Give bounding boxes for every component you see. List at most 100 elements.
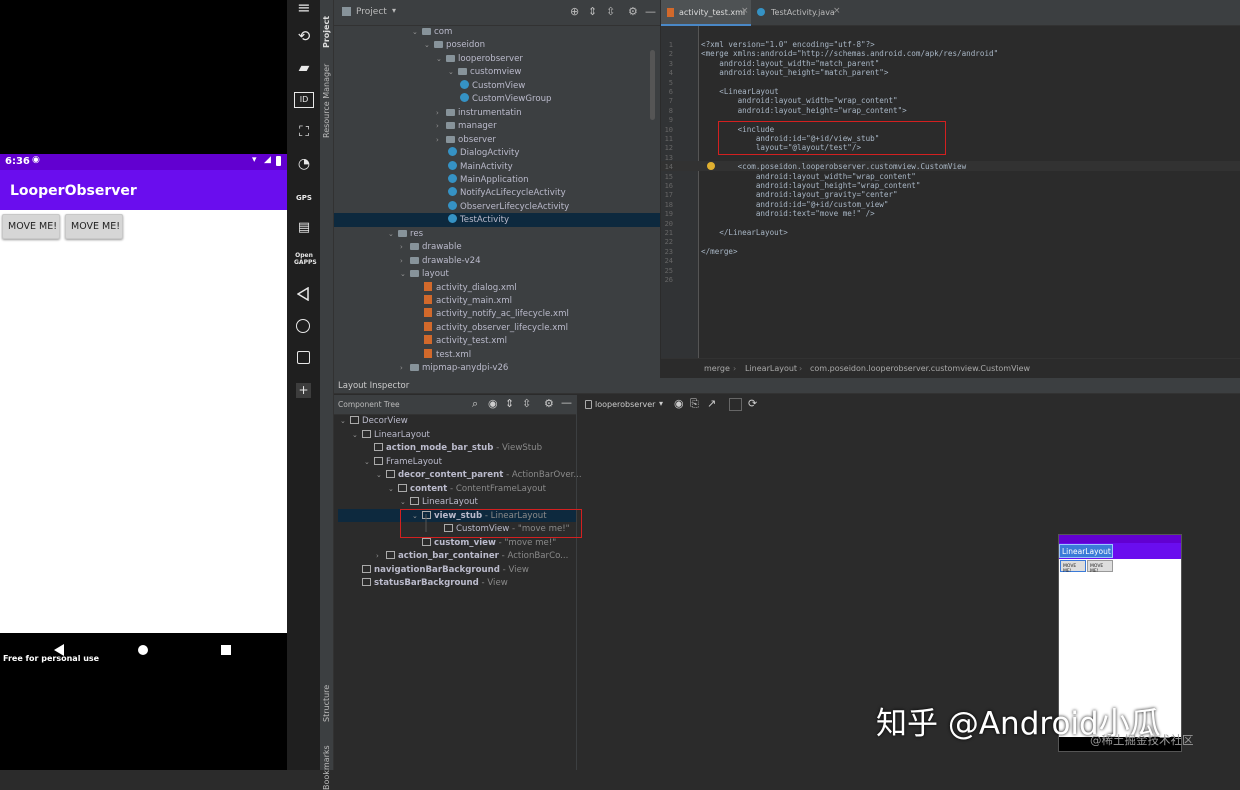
component-tree-node[interactable]: ⌄ decor_content_parent - ActionBarOver... bbox=[376, 469, 582, 482]
expand-all-icon[interactable]: ⇕ bbox=[588, 5, 597, 18]
project-tree-item[interactable]: › drawable-v24 bbox=[400, 255, 481, 268]
component-tree-node[interactable]: ⌄ LinearLayout bbox=[400, 496, 478, 509]
chevron-down-icon[interactable]: ⌄ bbox=[400, 268, 407, 281]
minimize-icon[interactable]: — bbox=[561, 396, 572, 409]
gear-icon[interactable]: ⚙ bbox=[544, 397, 554, 410]
project-tab[interactable]: Project bbox=[322, 16, 331, 48]
overview-nav-icon[interactable] bbox=[297, 351, 310, 364]
home-nav-icon[interactable] bbox=[296, 319, 310, 333]
code-line[interactable]: android:layout_width="wrap_content" bbox=[701, 172, 916, 181]
chevron-down-icon[interactable]: ⌄ bbox=[388, 483, 395, 496]
code-line[interactable]: android:layout_height="match_parent"> bbox=[701, 68, 888, 77]
project-tree-item[interactable]: ObserverLifecycleActivity bbox=[448, 200, 569, 214]
open-gapps-icon[interactable]: Open GAPPS bbox=[294, 252, 317, 272]
chevron-down-icon[interactable]: ⌄ bbox=[424, 39, 431, 52]
component-tree-node[interactable]: › action_bar_container - ActionBarCo... bbox=[376, 550, 568, 563]
project-dropdown[interactable]: Project bbox=[356, 7, 387, 17]
project-tree-item[interactable]: ⌄ customview bbox=[448, 66, 521, 79]
export-icon[interactable]: ↗ bbox=[707, 397, 716, 410]
rotate-icon[interactable]: ⟲ bbox=[294, 26, 314, 46]
project-tree-item[interactable]: activity_dialog.xml bbox=[424, 281, 517, 295]
preview-move-button-2[interactable]: MOVE ME! bbox=[1087, 560, 1113, 574]
menu-icon[interactable]: ≡ bbox=[294, 0, 314, 18]
screenshot-icon[interactable]: ▰ bbox=[294, 58, 314, 78]
bookmarks-tab[interactable]: Bookmarks bbox=[322, 745, 331, 790]
chevron-down-icon[interactable]: ⌄ bbox=[448, 66, 455, 79]
rss-icon[interactable]: ◔ bbox=[294, 154, 314, 174]
code-line[interactable]: android:layout_width="match_parent" bbox=[701, 59, 879, 68]
code-line[interactable]: android:layout_gravity="center" bbox=[701, 190, 898, 199]
code-line[interactable]: <com.poseidon.looperobserver.customview.… bbox=[701, 162, 967, 171]
code-line[interactable]: android:layout_height="wrap_content"> bbox=[701, 106, 907, 115]
breadcrumb-merge[interactable]: merge bbox=[704, 364, 730, 373]
refresh-icon[interactable]: ⟳ bbox=[748, 397, 757, 410]
preview-move-button-1[interactable]: MOVE ME! bbox=[1060, 560, 1086, 574]
breadcrumb-linearlayout[interactable]: LinearLayout bbox=[745, 364, 797, 373]
structure-tab[interactable]: Structure bbox=[322, 685, 331, 722]
project-tree-item[interactable]: › mipmap-anydpi-v26 bbox=[400, 362, 508, 375]
live-updates-icon[interactable] bbox=[729, 398, 742, 411]
project-tree-item[interactable]: DialogActivity bbox=[448, 147, 520, 160]
chevron-down-icon[interactable]: ⌄ bbox=[352, 429, 359, 442]
code-line[interactable]: </LinearLayout> bbox=[701, 228, 788, 237]
chevron-right-icon[interactable]: › bbox=[400, 362, 407, 375]
snapshot-icon[interactable]: ⎘ bbox=[690, 397, 699, 411]
project-tree-item[interactable]: CustomView bbox=[460, 79, 525, 93]
project-tree-item[interactable]: ⌄ looperobserver bbox=[436, 53, 523, 66]
lightbulb-icon[interactable] bbox=[707, 162, 715, 170]
project-scrollbar[interactable] bbox=[650, 50, 655, 120]
chevron-right-icon[interactable]: › bbox=[400, 241, 407, 254]
search-icon[interactable]: ⌕ bbox=[472, 397, 478, 411]
tab-activity-test-xml[interactable]: activity_test.xml × bbox=[661, 0, 751, 26]
minimize-icon[interactable]: — bbox=[645, 5, 656, 18]
chevron-right-icon[interactable]: › bbox=[436, 107, 443, 120]
code-line[interactable]: android:id="@+id/custom_view" bbox=[701, 200, 889, 209]
add-icon[interactable]: + bbox=[296, 383, 311, 398]
project-tree-item[interactable]: ⌄ com bbox=[412, 26, 452, 39]
component-tree-node[interactable]: navigationBarBackground - View bbox=[352, 564, 529, 577]
chevron-right-icon[interactable]: › bbox=[400, 255, 407, 268]
component-tree-node[interactable]: custom_view - "move me!" bbox=[412, 537, 556, 550]
project-tree-item[interactable]: MainActivity bbox=[448, 160, 513, 174]
breadcrumb-customview[interactable]: com.poseidon.looperobserver.customview.C… bbox=[810, 364, 1030, 373]
code-line[interactable]: <LinearLayout bbox=[701, 87, 778, 96]
eye-icon[interactable]: ◉ bbox=[488, 397, 498, 410]
chevron-down-icon[interactable]: ▾ bbox=[659, 399, 663, 408]
expand-all-icon[interactable]: ⇕ bbox=[505, 397, 514, 410]
project-tree-item[interactable]: MainApplication bbox=[448, 173, 529, 187]
project-tree-item[interactable]: activity_main.xml bbox=[424, 295, 512, 308]
chevron-down-icon[interactable]: ⌄ bbox=[412, 26, 419, 39]
component-tree-node[interactable]: statusBarBackground - View bbox=[352, 577, 508, 590]
move-me-button-2[interactable]: MOVE ME! bbox=[65, 214, 123, 239]
project-tree-item[interactable]: › instrumentatin bbox=[436, 107, 522, 120]
code-line[interactable]: <merge xmlns:android="http://schemas.and… bbox=[701, 49, 998, 58]
component-tree-node[interactable]: action_mode_bar_stub - ViewStub bbox=[364, 442, 542, 455]
gps-icon[interactable]: GPS bbox=[294, 188, 314, 208]
component-tree-node[interactable]: ⌄ content - ContentFrameLayout bbox=[388, 483, 546, 496]
move-me-button-1[interactable]: MOVE ME! bbox=[2, 214, 60, 239]
chevron-down-icon[interactable]: ⌄ bbox=[436, 53, 443, 66]
chevron-right-icon[interactable]: › bbox=[436, 120, 443, 133]
project-tree-item[interactable]: NotifyAcLifecycleActivity bbox=[448, 187, 566, 200]
component-tree-node[interactable]: ⌄ LinearLayout bbox=[352, 429, 430, 442]
film-icon[interactable]: ▤ bbox=[294, 218, 314, 238]
tab-testactivity-java[interactable]: TestActivity.java × bbox=[751, 0, 841, 26]
project-tree-item[interactable]: › observer bbox=[436, 134, 496, 147]
collapse-all-icon[interactable]: ⇳ bbox=[522, 397, 531, 410]
resource-manager-tab[interactable]: Resource Manager bbox=[322, 64, 331, 138]
chevron-down-icon[interactable]: ▾ bbox=[392, 6, 396, 15]
id-icon[interactable]: ID bbox=[294, 92, 314, 108]
chevron-right-icon[interactable]: › bbox=[376, 550, 383, 563]
chevron-right-icon[interactable]: › bbox=[436, 134, 443, 147]
component-tree-node[interactable]: ⌄ DecorView bbox=[340, 415, 408, 428]
project-tree-item[interactable]: test.xml bbox=[424, 348, 471, 362]
project-tree-item[interactable]: › drawable bbox=[400, 241, 462, 254]
chevron-down-icon[interactable]: ⌄ bbox=[340, 415, 347, 428]
code-line[interactable]: android:text="move me!" /> bbox=[701, 209, 875, 218]
back-nav-icon[interactable] bbox=[297, 287, 309, 301]
project-tree-item[interactable]: CustomViewGroup bbox=[460, 93, 551, 106]
project-tree-item[interactable]: ⌄ layout bbox=[400, 268, 449, 281]
project-tree-item[interactable]: activity_notify_ac_lifecycle.xml bbox=[424, 308, 569, 321]
locate-icon[interactable]: ⊕ bbox=[570, 5, 579, 18]
chevron-down-icon[interactable]: ⌄ bbox=[364, 456, 371, 469]
